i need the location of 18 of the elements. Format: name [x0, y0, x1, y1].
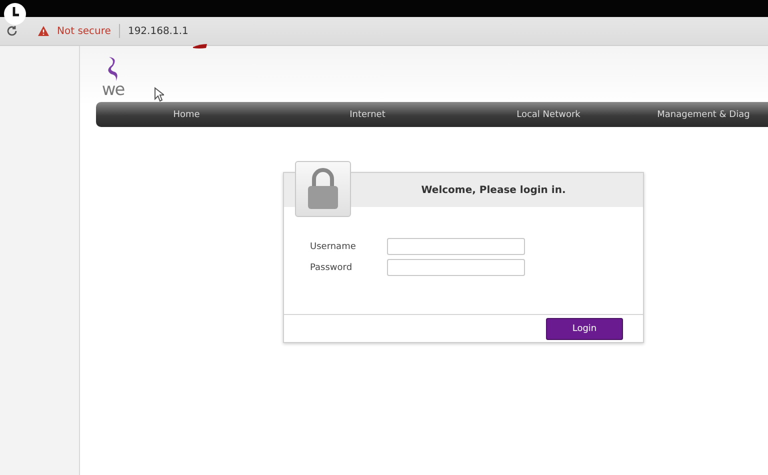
- scribble-icon: [193, 44, 207, 49]
- address-field[interactable]: 192.168.1.1: [128, 26, 188, 36]
- security-status: Not secure: [57, 26, 111, 36]
- field-label: Username: [310, 242, 357, 252]
- field-label: Password: [310, 262, 354, 272]
- nav-item[interactable]: Local Network: [458, 110, 639, 120]
- input-field[interactable]: [387, 259, 525, 276]
- nav-item[interactable]: Management & Diag: [639, 110, 768, 120]
- nav-item[interactable]: Home: [96, 110, 277, 120]
- nav-item[interactable]: Internet: [277, 110, 458, 120]
- input-field[interactable]: [387, 238, 525, 255]
- reload-icon[interactable]: [6, 25, 18, 37]
- logo-text: we: [102, 82, 124, 98]
- cursor-icon: [154, 87, 164, 102]
- login-button[interactable]: Login: [546, 318, 623, 340]
- lock-icon: [306, 168, 340, 210]
- login-title: Welcome, Please login in.: [421, 184, 566, 196]
- warning-icon: [38, 26, 49, 36]
